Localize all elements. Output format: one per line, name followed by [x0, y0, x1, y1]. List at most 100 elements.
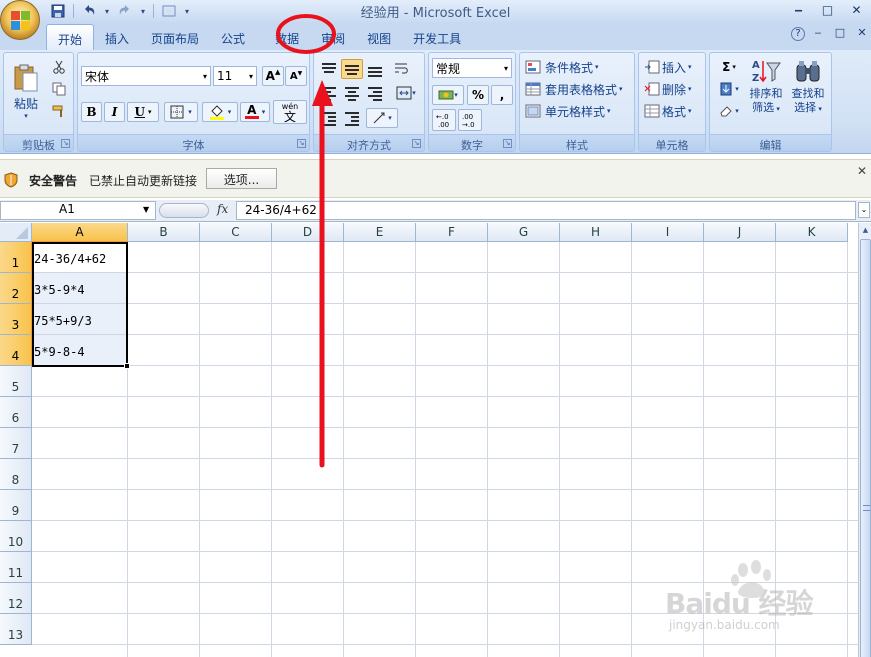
formula-bar-splitter[interactable] [159, 203, 209, 218]
orientation-icon[interactable]: ▾ [366, 108, 398, 128]
format-as-table-button[interactable]: 套用表格格式 ▾ [524, 79, 632, 99]
row-header-5[interactable]: 5 [0, 366, 32, 397]
clipboard-launcher-icon[interactable]: ↘ [61, 139, 70, 148]
grow-font-button[interactable]: A ▲ [262, 66, 284, 86]
row-header-13[interactable]: 13 [0, 614, 32, 645]
alignment-launcher-icon[interactable]: ↘ [412, 139, 421, 148]
close-button[interactable]: ✕ [842, 0, 871, 20]
paste-button[interactable]: 粘贴 ▾ [8, 57, 44, 125]
font-name-select[interactable]: 宋体 ▾ [81, 66, 211, 86]
font-launcher-icon[interactable]: ↘ [297, 139, 306, 148]
scroll-thumb[interactable] [860, 239, 871, 657]
delete-cells-button[interactable]: 删除 ▾ [643, 79, 703, 99]
find-select-button[interactable]: 查找和 选择 ▾ [788, 57, 828, 129]
row-header-7[interactable]: 7 [0, 428, 32, 459]
column-header-g[interactable]: G [488, 223, 560, 242]
cell-styles-button[interactable]: 单元格样式 ▾ [524, 101, 632, 121]
align-top-icon[interactable] [318, 59, 340, 79]
align-left-icon[interactable] [318, 83, 340, 103]
row-header-9[interactable]: 9 [0, 490, 32, 521]
cell-a4[interactable]: 5*9-8-4 [33, 335, 127, 365]
select-all-button[interactable] [0, 223, 32, 242]
cell-a2[interactable]: 3*5-9*4 [33, 273, 127, 303]
decrease-indent-icon[interactable] [318, 108, 340, 128]
security-options-button[interactable]: 选项... [206, 168, 277, 189]
row-header-1[interactable]: 1 [0, 242, 32, 273]
maximize-button[interactable]: □ [813, 0, 842, 20]
percent-button[interactable]: % [467, 85, 489, 105]
column-header-b[interactable]: B [128, 223, 200, 242]
font-size-select[interactable]: 11 ▾ [213, 66, 257, 86]
copy-icon[interactable] [49, 79, 69, 99]
clear-button[interactable]: ▾ [714, 101, 744, 121]
wrap-text-icon[interactable] [391, 59, 413, 79]
fill-button[interactable]: ▾ [714, 79, 744, 99]
fill-handle[interactable] [124, 363, 130, 369]
row-header-10[interactable]: 10 [0, 521, 32, 552]
tab-page-layout[interactable]: 页面布局 [140, 24, 210, 50]
row-header-12[interactable]: 12 [0, 583, 32, 614]
format-cells-button[interactable]: 格式 ▾ [643, 101, 703, 121]
tab-data[interactable]: 数据 [264, 24, 310, 50]
row-header-11[interactable]: 11 [0, 552, 32, 583]
column-header-a[interactable]: A [32, 223, 128, 242]
insert-cells-button[interactable]: 插入 ▾ [643, 57, 703, 77]
font-color-button[interactable]: A ▾ [240, 102, 270, 122]
increase-decimal-icon[interactable]: ←.0.00 [432, 109, 456, 131]
fill-color-button[interactable]: ▾ [202, 102, 238, 122]
doc-minimize-button[interactable]: ‒ [809, 26, 827, 41]
vertical-scrollbar[interactable]: ▲ [858, 223, 871, 657]
column-header-i[interactable]: I [632, 223, 704, 242]
doc-close-button[interactable]: ✕ [853, 26, 871, 41]
column-header-e[interactable]: E [344, 223, 416, 242]
increase-indent-icon[interactable] [341, 108, 363, 128]
cell-a3[interactable]: 75*5+9/3 [33, 304, 127, 334]
tab-insert[interactable]: 插入 [94, 24, 140, 50]
column-header-c[interactable]: C [200, 223, 272, 242]
comma-button[interactable]: , [491, 85, 513, 105]
minimize-button[interactable]: ‒ [784, 0, 813, 20]
formula-input[interactable]: 24-36/4+62 [236, 201, 856, 220]
column-header-f[interactable]: F [416, 223, 488, 242]
align-right-icon[interactable] [364, 83, 386, 103]
name-box[interactable]: A1 [0, 201, 156, 220]
doc-restore-button[interactable]: □ [831, 26, 849, 41]
column-header-h[interactable]: H [560, 223, 632, 242]
merge-center-icon[interactable]: ▾ [391, 83, 421, 103]
tab-view[interactable]: 视图 [356, 24, 402, 50]
row-header-6[interactable]: 6 [0, 397, 32, 428]
tab-home[interactable]: 开始 [46, 24, 95, 50]
row-header-8[interactable]: 8 [0, 459, 32, 490]
shrink-font-button[interactable]: A ▼ [285, 66, 307, 86]
cell-a1[interactable]: 24-36/4+62 [33, 242, 127, 272]
office-button[interactable] [0, 0, 40, 40]
security-bar-close-icon[interactable]: ✕ [857, 164, 867, 178]
align-bottom-icon[interactable] [364, 59, 386, 79]
cut-icon[interactable] [49, 57, 69, 77]
format-painter-icon[interactable] [49, 101, 69, 121]
column-header-d[interactable]: D [272, 223, 344, 242]
borders-button[interactable]: ▾ [164, 102, 198, 122]
insert-function-button[interactable]: fx [217, 202, 228, 216]
name-box-dropdown-icon[interactable]: ▼ [143, 205, 149, 214]
accounting-format-button[interactable]: ▾ [432, 85, 464, 105]
decrease-decimal-icon[interactable]: .00 →.0 [458, 109, 482, 131]
tab-formulas[interactable]: 公式 [210, 24, 256, 50]
help-icon[interactable]: ? [791, 27, 805, 41]
tab-developer[interactable]: 开发工具 [402, 24, 472, 50]
sort-filter-button[interactable]: AZ 排序和 筛选 ▾ [746, 57, 786, 129]
expand-formula-bar-icon[interactable]: ⌄ [858, 202, 870, 218]
phonetic-button[interactable]: wén 文 [273, 100, 307, 124]
align-center-icon[interactable] [341, 83, 363, 103]
italic-button[interactable]: I [104, 102, 125, 122]
underline-button[interactable]: U ▾ [127, 102, 159, 122]
conditional-format-button[interactable]: 条件格式 ▾ [524, 57, 628, 77]
tab-review[interactable]: 审阅 [310, 24, 356, 50]
number-launcher-icon[interactable]: ↘ [503, 139, 512, 148]
column-header-j[interactable]: J [704, 223, 776, 242]
align-middle-icon[interactable] [341, 59, 363, 79]
row-header-3[interactable]: 3 [0, 304, 32, 335]
row-header-2[interactable]: 2 [0, 273, 32, 304]
scroll-up-icon[interactable]: ▲ [859, 223, 871, 237]
column-header-k[interactable]: K [776, 223, 848, 242]
